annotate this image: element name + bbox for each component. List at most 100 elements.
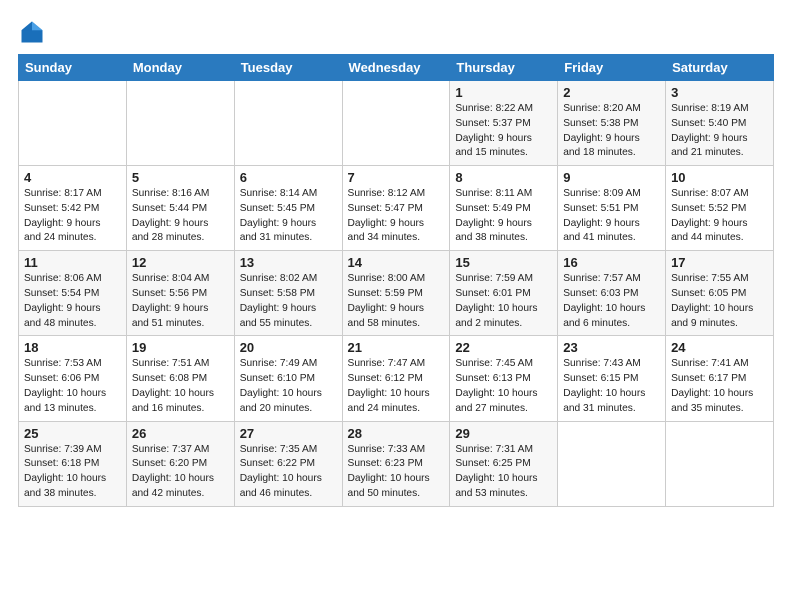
day-number: 10: [671, 170, 768, 185]
day-number: 15: [455, 255, 552, 270]
day-number: 21: [348, 340, 445, 355]
weekday-header-wednesday: Wednesday: [342, 55, 450, 81]
calendar-cell: 27 Sunrise: 7:35 AM Sunset: 6:22 PM Dayli…: [234, 421, 342, 506]
calendar-cell: 29 Sunrise: 7:31 AM Sunset: 6:25 PM Dayli…: [450, 421, 558, 506]
day-info: Sunrise: 7:49 AM Sunset: 6:10 PM Dayligh…: [240, 357, 337, 416]
calendar-cell: 3 Sunrise: 8:19 AM Sunset: 5:40 PM Daylig…: [666, 81, 774, 166]
day-info: Sunrise: 8:12 AM Sunset: 5:47 PM Dayligh…: [348, 187, 445, 246]
calendar-cell: 4Sunrise: 8:17 AM Sunset: 5:42 PM Daylig…: [19, 166, 127, 251]
calendar-cell: 13 Sunrise: 8:02 AM Sunset: 5:58 PM Dayli…: [234, 251, 342, 336]
day-number: 2: [563, 85, 660, 100]
calendar-cell: 16Sunrise: 7:57 AM Sunset: 6:03 PM Dayli…: [558, 251, 666, 336]
calendar-cell: 19Sunrise: 7:51 AM Sunset: 6:08 PM Dayli…: [126, 336, 234, 421]
calendar-cell: [558, 421, 666, 506]
day-number: 29: [455, 426, 552, 441]
day-info: Sunrise: 8:07 AM Sunset: 5:52 PM Dayligh…: [671, 187, 768, 246]
day-number: 6: [240, 170, 337, 185]
weekday-header-thursday: Thursday: [450, 55, 558, 81]
weekday-header-saturday: Saturday: [666, 55, 774, 81]
day-number: 25: [24, 426, 121, 441]
calendar-cell: 17 Sunrise: 7:55 AM Sunset: 6:05 PM Dayli…: [666, 251, 774, 336]
logo-icon: [18, 18, 46, 46]
weekday-header-monday: Monday: [126, 55, 234, 81]
calendar-cell: 11 Sunrise: 8:06 AM Sunset: 5:54 PM Dayli…: [19, 251, 127, 336]
calendar-cell: [342, 81, 450, 166]
calendar-cell: 6 Sunrise: 8:14 AM Sunset: 5:45 PM Daylig…: [234, 166, 342, 251]
weekday-header-sunday: Sunday: [19, 55, 127, 81]
day-info: Sunrise: 7:59 AM Sunset: 6:01 PM Dayligh…: [455, 272, 552, 331]
calendar-cell: 2Sunrise: 8:20 AM Sunset: 5:38 PM Daylig…: [558, 81, 666, 166]
calendar-row-4: 25 Sunrise: 7:39 AM Sunset: 6:18 PM Dayli…: [19, 421, 774, 506]
header: [18, 18, 774, 46]
calendar-cell: 12 Sunrise: 8:04 AM Sunset: 5:56 PM Dayli…: [126, 251, 234, 336]
calendar-page: SundayMondayTuesdayWednesdayThursdayFrid…: [0, 0, 792, 612]
day-info: Sunrise: 7:47 AM Sunset: 6:12 PM Dayligh…: [348, 357, 445, 416]
calendar-cell: 8 Sunrise: 8:11 AM Sunset: 5:49 PM Daylig…: [450, 166, 558, 251]
calendar-cell: 22 Sunrise: 7:45 AM Sunset: 6:13 PM Dayli…: [450, 336, 558, 421]
day-number: 14: [348, 255, 445, 270]
day-number: 18: [24, 340, 121, 355]
day-info: Sunrise: 7:43 AM Sunset: 6:15 PM Dayligh…: [563, 357, 660, 416]
day-number: 12: [132, 255, 229, 270]
day-number: 19: [132, 340, 229, 355]
day-info: Sunrise: 7:33 AM Sunset: 6:23 PM Dayligh…: [348, 443, 445, 502]
day-number: 7: [348, 170, 445, 185]
calendar-cell: 23 Sunrise: 7:43 AM Sunset: 6:15 PM Dayli…: [558, 336, 666, 421]
day-info: Sunrise: 7:41 AM Sunset: 6:17 PM Dayligh…: [671, 357, 768, 416]
day-info: Sunrise: 8:11 AM Sunset: 5:49 PM Dayligh…: [455, 187, 552, 246]
calendar-cell: [19, 81, 127, 166]
calendar-cell: 5 Sunrise: 8:16 AM Sunset: 5:44 PM Daylig…: [126, 166, 234, 251]
day-info: Sunrise: 7:31 AM Sunset: 6:25 PM Dayligh…: [455, 443, 552, 502]
calendar-cell: [126, 81, 234, 166]
day-number: 20: [240, 340, 337, 355]
calendar-cell: 20 Sunrise: 7:49 AM Sunset: 6:10 PM Dayli…: [234, 336, 342, 421]
day-number: 11: [24, 255, 121, 270]
calendar-cell: 26 Sunrise: 7:37 AM Sunset: 6:20 PM Dayli…: [126, 421, 234, 506]
calendar-cell: [666, 421, 774, 506]
day-number: 22: [455, 340, 552, 355]
day-info: Sunrise: 8:06 AM Sunset: 5:54 PM Dayligh…: [24, 272, 121, 331]
day-info: Sunrise: 7:55 AM Sunset: 6:05 PM Dayligh…: [671, 272, 768, 331]
calendar-row-3: 18 Sunrise: 7:53 AM Sunset: 6:06 PM Dayli…: [19, 336, 774, 421]
calendar-table: SundayMondayTuesdayWednesdayThursdayFrid…: [18, 54, 774, 507]
day-number: 8: [455, 170, 552, 185]
day-number: 27: [240, 426, 337, 441]
day-info: Sunrise: 7:45 AM Sunset: 6:13 PM Dayligh…: [455, 357, 552, 416]
calendar-cell: 21 Sunrise: 7:47 AM Sunset: 6:12 PM Dayli…: [342, 336, 450, 421]
calendar-row-0: 1 Sunrise: 8:22 AM Sunset: 5:37 PM Daylig…: [19, 81, 774, 166]
weekday-header-tuesday: Tuesday: [234, 55, 342, 81]
day-number: 23: [563, 340, 660, 355]
calendar-cell: 9Sunrise: 8:09 AM Sunset: 5:51 PM Daylig…: [558, 166, 666, 251]
day-info: Sunrise: 7:57 AM Sunset: 6:03 PM Dayligh…: [563, 272, 660, 331]
day-number: 26: [132, 426, 229, 441]
day-number: 17: [671, 255, 768, 270]
calendar-cell: 18 Sunrise: 7:53 AM Sunset: 6:06 PM Dayli…: [19, 336, 127, 421]
day-info: Sunrise: 7:39 AM Sunset: 6:18 PM Dayligh…: [24, 443, 121, 502]
day-info: Sunrise: 8:00 AM Sunset: 5:59 PM Dayligh…: [348, 272, 445, 331]
calendar-row-1: 4Sunrise: 8:17 AM Sunset: 5:42 PM Daylig…: [19, 166, 774, 251]
day-number: 13: [240, 255, 337, 270]
day-info: Sunrise: 8:22 AM Sunset: 5:37 PM Dayligh…: [455, 102, 552, 161]
day-number: 1: [455, 85, 552, 100]
day-info: Sunrise: 8:02 AM Sunset: 5:58 PM Dayligh…: [240, 272, 337, 331]
day-number: 3: [671, 85, 768, 100]
day-number: 24: [671, 340, 768, 355]
day-info: Sunrise: 8:09 AM Sunset: 5:51 PM Dayligh…: [563, 187, 660, 246]
day-info: Sunrise: 7:37 AM Sunset: 6:20 PM Dayligh…: [132, 443, 229, 502]
day-info: Sunrise: 7:35 AM Sunset: 6:22 PM Dayligh…: [240, 443, 337, 502]
calendar-row-2: 11 Sunrise: 8:06 AM Sunset: 5:54 PM Dayli…: [19, 251, 774, 336]
day-info: Sunrise: 7:53 AM Sunset: 6:06 PM Dayligh…: [24, 357, 121, 416]
day-number: 5: [132, 170, 229, 185]
calendar-cell: 15 Sunrise: 7:59 AM Sunset: 6:01 PM Dayli…: [450, 251, 558, 336]
day-number: 28: [348, 426, 445, 441]
day-info: Sunrise: 8:17 AM Sunset: 5:42 PM Dayligh…: [24, 187, 121, 246]
day-info: Sunrise: 8:14 AM Sunset: 5:45 PM Dayligh…: [240, 187, 337, 246]
day-info: Sunrise: 8:19 AM Sunset: 5:40 PM Dayligh…: [671, 102, 768, 161]
weekday-header-friday: Friday: [558, 55, 666, 81]
calendar-cell: 10 Sunrise: 8:07 AM Sunset: 5:52 PM Dayli…: [666, 166, 774, 251]
logo: [18, 18, 50, 46]
calendar-cell: 1 Sunrise: 8:22 AM Sunset: 5:37 PM Daylig…: [450, 81, 558, 166]
calendar-cell: 14 Sunrise: 8:00 AM Sunset: 5:59 PM Dayli…: [342, 251, 450, 336]
day-info: Sunrise: 8:16 AM Sunset: 5:44 PM Dayligh…: [132, 187, 229, 246]
day-info: Sunrise: 8:04 AM Sunset: 5:56 PM Dayligh…: [132, 272, 229, 331]
